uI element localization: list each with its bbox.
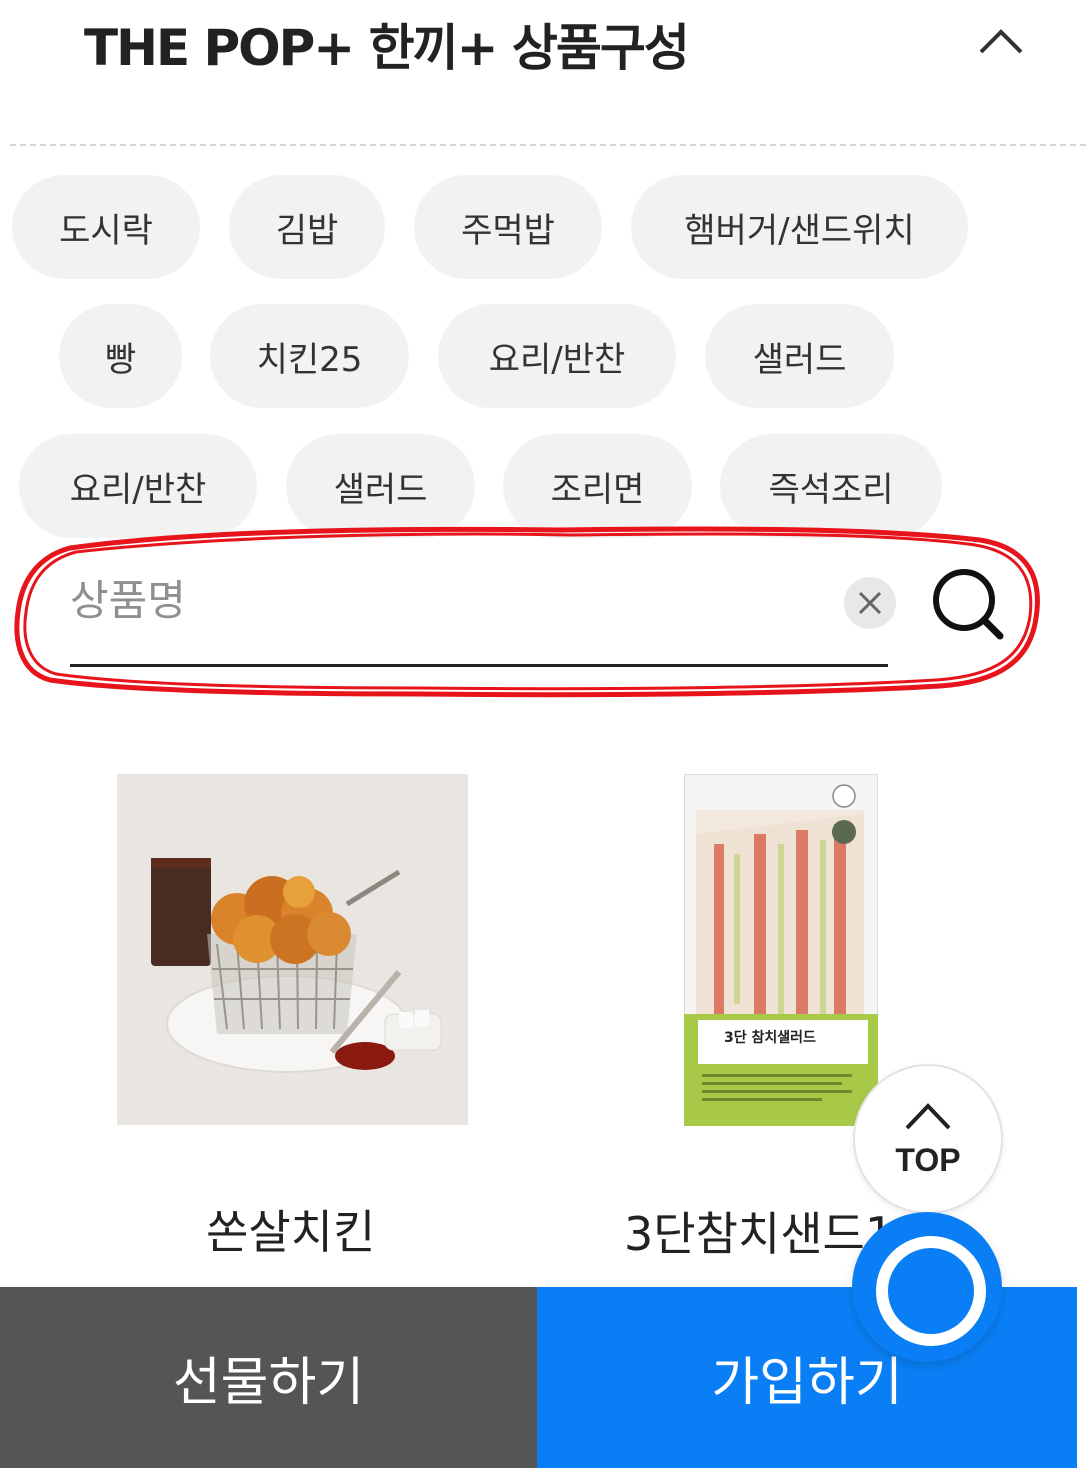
search-bar [70,560,890,670]
category-chip-burger-sandwich[interactable]: 햄버거/샌드위치 [631,175,968,279]
category-chip-dosirak[interactable]: 도시락 [12,175,200,279]
category-chip-instant-cook[interactable]: 즉석조리 [720,434,942,538]
page-title: THE POP+ 한끼+ 상품구성 [84,19,690,77]
category-chip-noodles[interactable]: 조리면 [503,434,692,538]
tuna-sandwich-package-photo: 3단 참치샐러드 [683,773,879,1127]
product-name: 3단참치샌드1 [624,1207,895,1261]
category-chip-side-dish-2[interactable]: 요리/반찬 [19,434,257,538]
category-chip-salad[interactable]: 샐러드 [705,304,894,408]
category-chip-rice-ball[interactable]: 주먹밥 [414,175,602,279]
category-chip-bread[interactable]: 빵 [59,304,182,408]
chat-bubble-icon [876,1236,986,1346]
package-label: 3단 참치샐러드 [724,1029,816,1046]
top-label: TOP [895,1142,961,1178]
gift-button[interactable]: 선물하기 [0,1287,537,1468]
product-card-chicken[interactable] [117,774,468,1125]
category-chip-chicken25[interactable]: 치킨25 [210,304,409,408]
category-chip-salad-2[interactable]: 샐러드 [286,434,475,538]
fried-chicken-basket-photo [117,774,468,1125]
scroll-to-top-button[interactable]: TOP [853,1064,1003,1214]
product-name: 쏜살치킨 [206,1205,376,1259]
category-chip-gimbap[interactable]: 김밥 [229,175,385,279]
collapse-button[interactable] [975,20,1027,60]
clear-search-button[interactable] [844,577,896,629]
chat-button[interactable] [852,1212,1002,1362]
close-icon [858,591,882,615]
search-underline [70,664,888,667]
section-divider [10,144,1086,146]
chevron-up-icon [905,1103,951,1130]
product-card-tuna-sandwich[interactable]: 3단 참치샐러드 [683,773,879,1127]
search-button[interactable] [930,566,1006,642]
search-input[interactable] [70,560,830,640]
search-icon [933,569,1004,640]
chevron-up-icon [979,29,1023,54]
category-chip-side-dish[interactable]: 요리/반찬 [438,304,676,408]
